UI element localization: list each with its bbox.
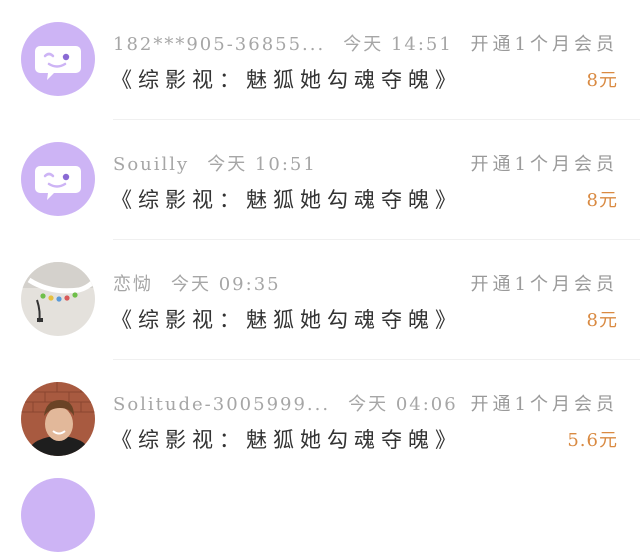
action-label: 开通1个月会员 [470, 34, 618, 55]
record-meta: Souilly 今天 10:51 [113, 150, 317, 176]
price: 5.6元 [567, 430, 618, 451]
record-meta: Solitude-3005999... 今天 04:06 [113, 390, 458, 416]
list-item[interactable]: Solitude-3005999... 今天 04:06 《综影视：魅狐她勾魂夺魄… [0, 360, 640, 480]
book-title: 《综影视：魅狐她勾魂夺魄》 [111, 188, 462, 212]
record-meta: 恋恸 今天 09:35 [113, 270, 281, 296]
username: 恋恸 [113, 274, 153, 295]
photo-avatar [21, 262, 95, 336]
avatar[interactable] [21, 22, 95, 96]
timestamp: 今天 04:06 [348, 394, 458, 415]
list-item[interactable]: Souilly 今天 10:51 《综影视：魅狐她勾魂夺魄》 开通1个月会员 8元 [0, 120, 640, 240]
book-title: 《综影视：魅狐她勾魂夺魄》 [111, 428, 462, 452]
list-item[interactable]: 恋恸 今天 09:35 《综影视：魅狐她勾魂夺魄》 开通1个月会员 8元 [0, 240, 640, 360]
chat-bubble-icon [35, 46, 81, 80]
record-meta: 182***905-36855... 今天 14:51 [113, 30, 453, 56]
avatar[interactable] [21, 478, 95, 552]
timestamp: 今天 14:51 [343, 34, 453, 55]
action-label: 开通1个月会员 [470, 154, 618, 175]
book-title: 《综影视：魅狐她勾魂夺魄》 [111, 68, 462, 92]
list-item[interactable]: 182***905-36855... 今天 14:51 《综影视：魅狐她勾魂夺魄》… [0, 0, 640, 120]
price: 8元 [586, 190, 618, 211]
purchase-record-list: 182***905-36855... 今天 14:51 《综影视：魅狐她勾魂夺魄》… [0, 0, 640, 552]
timestamp: 今天 10:51 [207, 154, 317, 175]
book-title: 《综影视：魅狐她勾魂夺魄》 [111, 308, 462, 332]
action-label: 开通1个月会员 [470, 274, 618, 295]
username: Souilly [113, 154, 190, 175]
avatar[interactable] [21, 142, 95, 216]
price: 8元 [586, 70, 618, 91]
username: 182***905-36855... [113, 34, 326, 55]
photo-avatar [21, 382, 95, 456]
avatar[interactable] [21, 382, 95, 456]
price: 8元 [586, 310, 618, 331]
chat-bubble-icon [35, 166, 81, 200]
username: Solitude-3005999... [113, 394, 331, 415]
avatar[interactable] [21, 262, 95, 336]
timestamp: 今天 09:35 [171, 274, 281, 295]
action-label: 开通1个月会员 [470, 394, 618, 415]
